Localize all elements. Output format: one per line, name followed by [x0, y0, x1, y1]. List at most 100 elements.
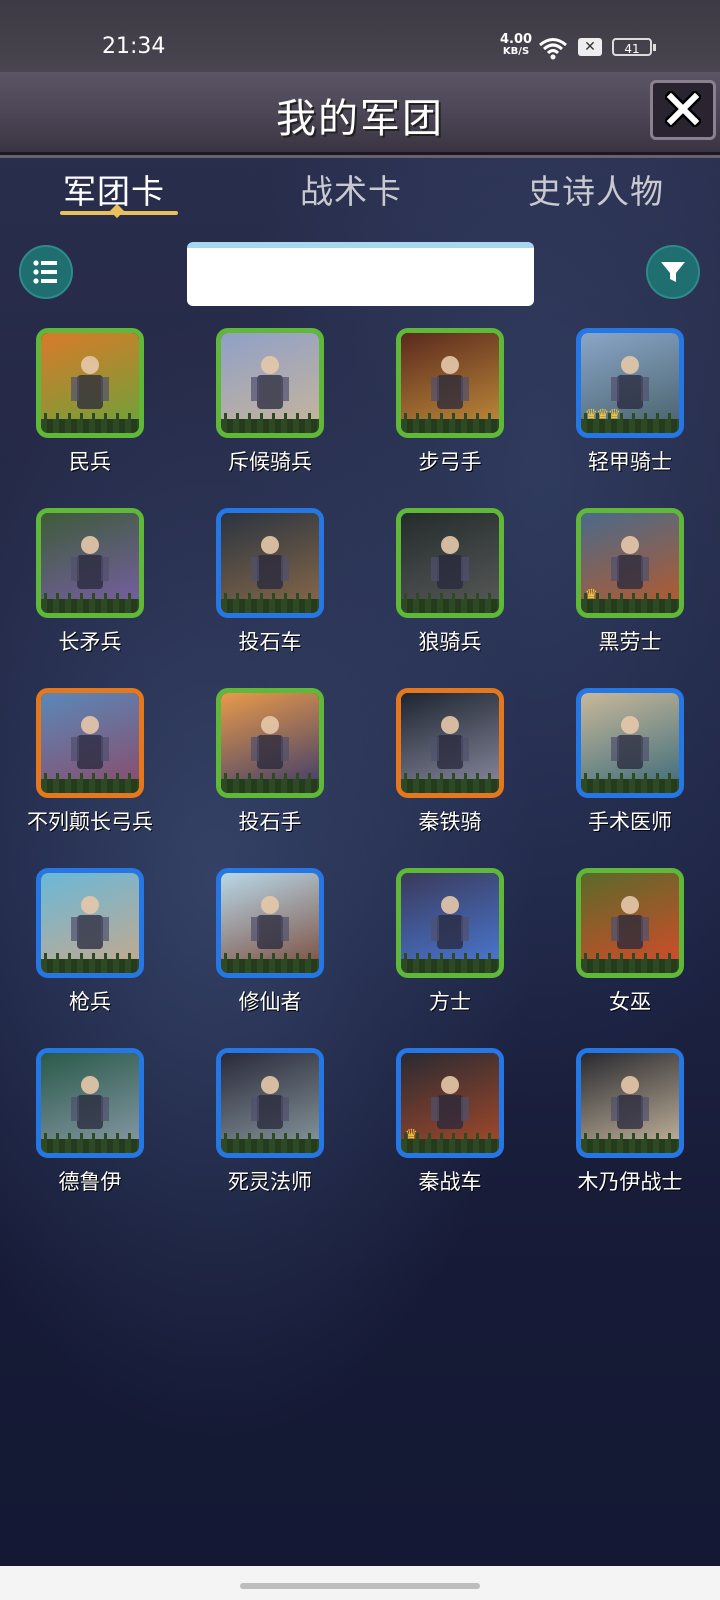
network-speed-value: 4.00 — [500, 32, 533, 47]
legion-card[interactable]: 女巫 — [540, 868, 720, 1018]
filter-icon — [661, 262, 685, 282]
card-name: 长矛兵 — [58, 630, 122, 654]
card-grass-border — [221, 773, 319, 793]
card-grass-border — [41, 413, 139, 433]
card-grass-border — [41, 953, 139, 973]
card-name: 德鲁伊 — [58, 1170, 122, 1194]
card-portrait-frame: ♛♛♛ — [576, 328, 684, 438]
card-grass-border — [401, 413, 499, 433]
card-portrait-frame: ♛ — [396, 1048, 504, 1158]
card-portrait-frame — [36, 868, 144, 978]
list-icon — [33, 260, 57, 284]
legion-card[interactable]: 方士 — [360, 868, 540, 1018]
card-portrait-frame — [396, 328, 504, 438]
card-name: 黑劳士 — [598, 630, 662, 654]
card-name: 狼骑兵 — [418, 630, 482, 654]
card-portrait-frame — [216, 1048, 324, 1158]
card-portrait-frame — [216, 508, 324, 618]
legion-card[interactable]: ♛ 黑劳士 — [540, 508, 720, 658]
card-grass-border — [221, 593, 319, 613]
card-name: 轻甲骑士 — [588, 450, 672, 474]
card-name: 方士 — [429, 990, 471, 1014]
card-name: 投石手 — [238, 810, 302, 834]
card-grass-border — [41, 773, 139, 793]
legion-card[interactable]: ♛ 秦战车 — [360, 1048, 540, 1198]
title-bar: 我的军团 — [0, 72, 720, 158]
card-grass-border — [581, 953, 679, 973]
card-name: 秦铁骑 — [418, 810, 482, 834]
legion-card[interactable]: 木乃伊战士 — [540, 1048, 720, 1198]
crown-icon: ♛♛♛ — [585, 407, 621, 423]
system-nav-bar — [0, 1566, 720, 1600]
tab-epic-characters[interactable]: 史诗人物 — [528, 165, 664, 213]
card-grass-border — [581, 1133, 679, 1153]
legion-card[interactable]: 秦铁骑 — [360, 688, 540, 838]
card-grass-border — [41, 593, 139, 613]
legion-card[interactable]: 德鲁伊 — [0, 1048, 180, 1198]
legion-card[interactable]: 不列颠长弓兵 — [0, 688, 180, 838]
card-name: 不列颠长弓兵 — [27, 810, 153, 834]
legion-card[interactable]: 斥候骑兵 — [180, 328, 360, 478]
home-indicator[interactable] — [240, 1583, 480, 1589]
legion-card[interactable]: 投石手 — [180, 688, 360, 838]
card-name: 死灵法师 — [228, 1170, 312, 1194]
card-name: 投石车 — [238, 630, 302, 654]
close-button[interactable] — [650, 80, 716, 140]
card-grass-border — [221, 953, 319, 973]
network-speed-unit: KB/S — [502, 46, 530, 57]
card-name: 女巫 — [609, 990, 651, 1014]
card-portrait-frame — [396, 868, 504, 978]
card-name: 民兵 — [69, 450, 111, 474]
card-name: 斥候骑兵 — [228, 450, 312, 474]
card-portrait-frame — [216, 688, 324, 798]
status-bar: 21:34 4.00 KB/S ✕ 41 — [0, 0, 720, 72]
legion-card[interactable]: 修仙者 — [180, 868, 360, 1018]
card-name: 修仙者 — [238, 990, 302, 1014]
legion-card[interactable]: ♛♛♛ 轻甲骑士 — [540, 328, 720, 478]
legion-card[interactable]: 枪兵 — [0, 868, 180, 1018]
card-portrait-frame — [396, 688, 504, 798]
card-portrait-frame — [576, 868, 684, 978]
card-grass-border — [401, 773, 499, 793]
card-grass-border — [401, 953, 499, 973]
card-portrait-frame — [576, 688, 684, 798]
legion-card[interactable]: 民兵 — [0, 328, 180, 478]
page-title: 我的军团 — [276, 96, 444, 142]
list-view-button[interactable] — [19, 245, 73, 299]
battery-icon: 41 — [612, 38, 656, 56]
card-portrait-frame — [396, 508, 504, 618]
card-name: 手术医师 — [588, 810, 672, 834]
crown-icon: ♛ — [405, 1127, 418, 1143]
legion-card[interactable]: 长矛兵 — [0, 508, 180, 658]
legion-card[interactable]: 死灵法师 — [180, 1048, 360, 1198]
legion-card[interactable]: 投石车 — [180, 508, 360, 658]
card-grass-border — [221, 1133, 319, 1153]
legion-card[interactable]: 手术医师 — [540, 688, 720, 838]
legion-card[interactable]: 狼骑兵 — [360, 508, 540, 658]
crown-icon: ♛ — [585, 587, 598, 603]
card-name: 步弓手 — [418, 450, 482, 474]
card-portrait-frame — [36, 508, 144, 618]
card-name: 秦战车 — [418, 1170, 482, 1194]
tab-tactic-cards[interactable]: 战术卡 — [300, 165, 402, 213]
card-portrait-frame — [216, 328, 324, 438]
wifi-icon — [539, 38, 567, 60]
card-portrait-frame — [36, 1048, 144, 1158]
close-icon — [665, 91, 701, 127]
card-name: 枪兵 — [69, 990, 111, 1014]
card-portrait-frame — [216, 868, 324, 978]
no-sim-icon: ✕ — [578, 38, 602, 56]
filter-button[interactable] — [646, 245, 700, 299]
card-portrait-frame — [36, 328, 144, 438]
tab-bar: 军团卡 战术卡 史诗人物 — [0, 165, 720, 225]
legion-card[interactable]: 步弓手 — [360, 328, 540, 478]
card-grass-border — [41, 1133, 139, 1153]
card-portrait-frame — [576, 1048, 684, 1158]
card-grass-border — [401, 593, 499, 613]
search-input[interactable] — [187, 242, 534, 306]
network-speed: 4.00 KB/S — [500, 32, 533, 58]
card-portrait-frame — [36, 688, 144, 798]
card-grass-border — [221, 413, 319, 433]
card-grass-border — [581, 773, 679, 793]
card-portrait-frame: ♛ — [576, 508, 684, 618]
